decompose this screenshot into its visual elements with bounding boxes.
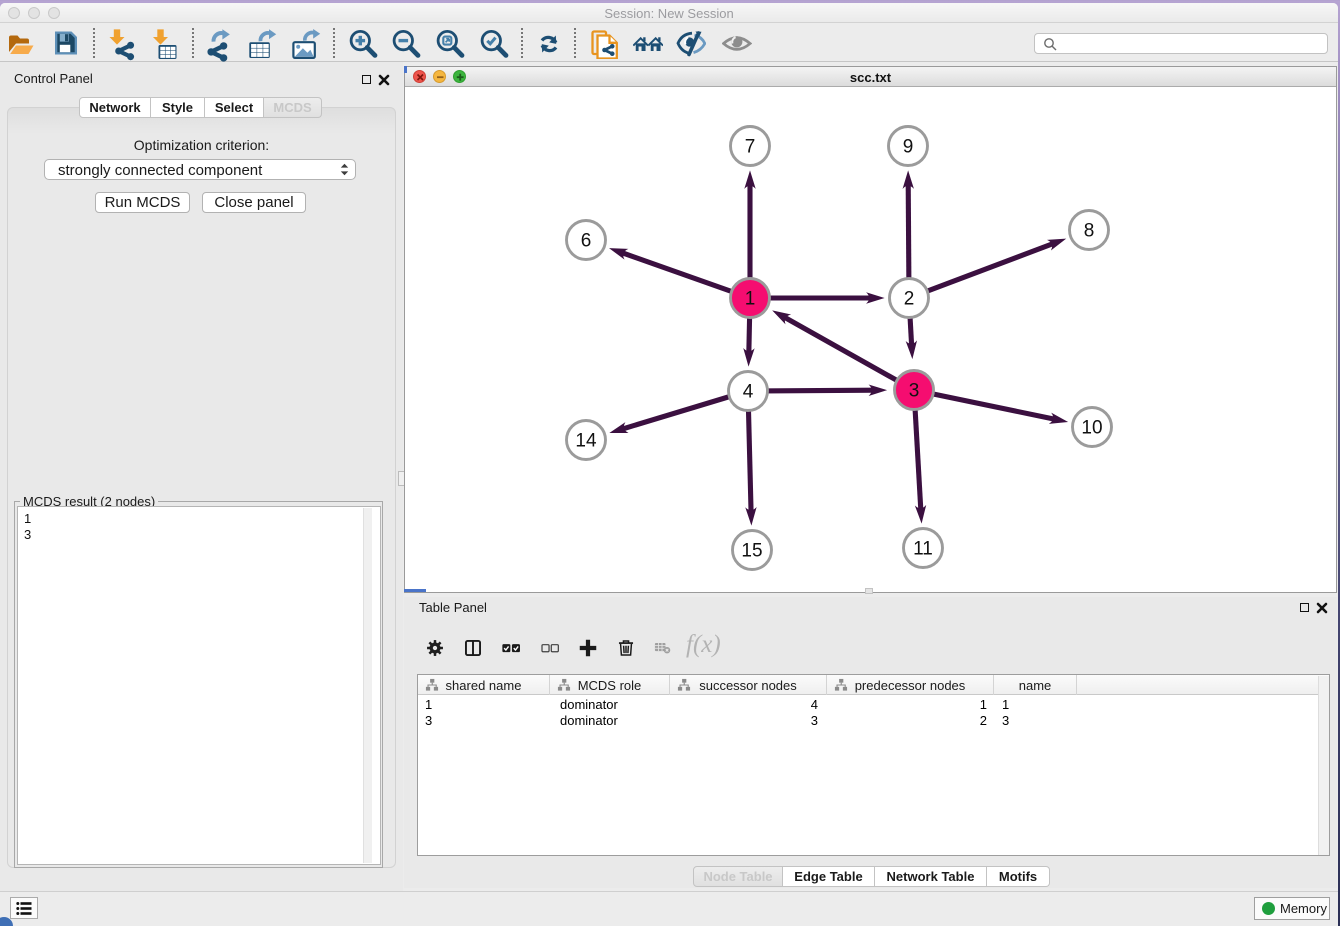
svg-text:11: 11 bbox=[913, 539, 933, 560]
svg-text:9: 9 bbox=[903, 137, 914, 158]
svg-text:1: 1 bbox=[745, 289, 756, 310]
svg-text:10: 10 bbox=[1081, 418, 1102, 439]
svg-text:6: 6 bbox=[581, 231, 592, 252]
svg-text:2: 2 bbox=[904, 289, 915, 310]
svg-text:7: 7 bbox=[745, 137, 756, 158]
svg-text:15: 15 bbox=[741, 541, 762, 562]
svg-text:8: 8 bbox=[1084, 221, 1095, 242]
svg-text:14: 14 bbox=[575, 431, 597, 452]
svg-text:3: 3 bbox=[909, 381, 920, 402]
svg-text:4: 4 bbox=[743, 382, 754, 403]
